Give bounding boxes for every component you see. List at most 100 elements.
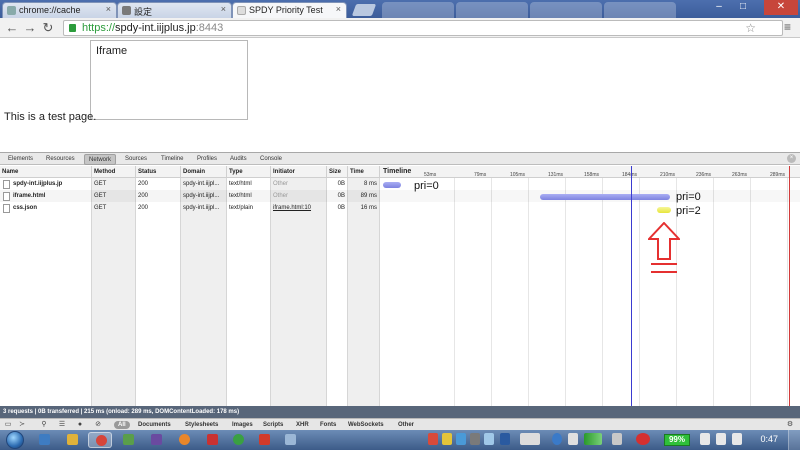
tray-icon[interactable] (636, 433, 650, 445)
taskbar-app[interactable] (32, 432, 56, 448)
devtools-tab-audits[interactable]: Audits (226, 154, 251, 165)
row-status: 200 (138, 193, 149, 199)
devtools-tab-sources[interactable]: Sources (121, 154, 151, 165)
app-icon (123, 434, 134, 445)
console-drawer-icon[interactable]: ≻ (18, 421, 26, 429)
tray-icon[interactable] (552, 433, 562, 445)
battery-indicator[interactable]: 99% (664, 434, 690, 446)
devtools-tab-network[interactable]: Network (84, 154, 117, 165)
app-icon (151, 434, 162, 445)
ime-icon[interactable] (520, 433, 540, 445)
table-row[interactable]: iframe.html GET 200 spdy-int.iijpl... te… (0, 190, 380, 202)
row-name-text: css.json (13, 205, 38, 211)
column-header-timeline: Timeline (383, 168, 412, 175)
taskbar-app[interactable] (200, 432, 224, 448)
column-header-status[interactable]: Status (136, 166, 181, 178)
show-desktop-button[interactable] (788, 430, 800, 450)
search-icon[interactable]: ⚲ (40, 421, 48, 429)
tray-icon[interactable] (456, 433, 466, 445)
bookmark-star-icon[interactable]: ☆ (745, 21, 756, 35)
taskbar-app[interactable] (60, 432, 84, 448)
taskbar-app[interactable] (226, 432, 250, 448)
maximize-icon[interactable]: □ (732, 0, 754, 15)
row-name[interactable]: spdy-int.iijplus.jp (0, 178, 92, 190)
tab-settings[interactable]: 設定 × (117, 2, 232, 18)
network-icon[interactable] (716, 433, 726, 445)
page-content: Iframe This is a test page. (0, 38, 800, 151)
column-header-time[interactable]: Time (348, 166, 380, 178)
url-scheme: https:// (82, 22, 116, 34)
forward-icon[interactable]: → (23, 21, 37, 35)
blurred-tab[interactable] (456, 2, 528, 18)
timeline-header[interactable]: Timeline 53ms 79ms 105ms 131ms 158ms 184… (380, 166, 800, 178)
table-row[interactable]: spdy-int.iijplus.jp GET 200 spdy-int.iij… (0, 178, 380, 190)
start-button[interactable] (6, 431, 24, 449)
devtools-tab-profiles[interactable]: Profiles (193, 154, 221, 165)
devtools-close-icon[interactable]: × (787, 154, 796, 163)
line-icon (233, 434, 244, 445)
close-window-icon[interactable]: ✕ (764, 0, 798, 15)
table-row[interactable]: css.json GET 200 spdy-int.iijpl... text/… (0, 202, 380, 214)
ie-icon (39, 434, 50, 445)
close-icon[interactable]: × (106, 4, 111, 14)
taskbar-app-chrome[interactable] (88, 432, 112, 448)
tray-icon[interactable] (568, 433, 578, 445)
menu-icon[interactable]: ≡ (784, 21, 796, 33)
tray-icon[interactable] (484, 433, 494, 445)
here-marker (651, 263, 677, 275)
taskbar-app[interactable] (172, 432, 196, 448)
record-icon[interactable]: ● (76, 421, 84, 429)
taskbar-app[interactable] (252, 432, 276, 448)
blurred-tab[interactable] (530, 2, 602, 18)
windows-taskbar: 99% 0:47 (0, 430, 800, 450)
close-icon[interactable]: × (336, 4, 341, 14)
tray-icon[interactable] (428, 433, 438, 445)
tab-chrome-cache[interactable]: chrome://cache × (2, 2, 117, 18)
taskbar-app[interactable] (144, 432, 168, 448)
reload-icon[interactable]: ↻ (41, 21, 55, 35)
filter-all[interactable]: All (114, 421, 130, 429)
list-view-icon[interactable]: ☰ (58, 421, 66, 429)
column-header-initiator[interactable]: Initiator (271, 166, 327, 178)
column-header-method[interactable]: Method (92, 166, 136, 178)
devtools-tab-elements[interactable]: Elements (4, 154, 37, 165)
tray-icon[interactable] (442, 433, 452, 445)
timeline-bar[interactable] (383, 182, 401, 188)
tray-icon[interactable] (470, 433, 480, 445)
volume-icon[interactable] (732, 433, 742, 445)
devtools-tab-timeline[interactable]: Timeline (157, 154, 187, 165)
tab-spdy-priority-test[interactable]: SPDY Priority Test × (232, 2, 347, 18)
timeline-bar[interactable] (540, 194, 670, 200)
column-header-size[interactable]: Size (327, 166, 348, 178)
address-bar[interactable]: https://spdy-int.iijplus.jp:8443 ☆ (63, 20, 783, 36)
clear-icon[interactable]: ⊘ (94, 421, 102, 429)
dock-icon[interactable]: ▭ (4, 421, 12, 429)
column-header-type[interactable]: Type (227, 166, 271, 178)
taskbar-app[interactable] (116, 432, 140, 448)
tab-strip: chrome://cache × 設定 × SPDY Priority Test… (0, 0, 800, 18)
minimize-icon[interactable]: – (708, 0, 730, 15)
back-icon[interactable]: ← (5, 21, 19, 35)
row-initiator: Other (273, 181, 289, 187)
signal-icon[interactable] (584, 433, 602, 445)
row-name[interactable]: css.json (0, 202, 92, 214)
devtools-tab-console[interactable]: Console (256, 154, 286, 165)
new-tab-button[interactable] (351, 4, 377, 16)
url-port: :8443 (195, 22, 224, 34)
taskbar-app[interactable] (278, 432, 302, 448)
row-name[interactable]: iframe.html (0, 190, 92, 202)
devtools-tab-resources[interactable]: Resources (42, 154, 79, 165)
blurred-tab[interactable] (382, 2, 454, 18)
lock-icon (69, 24, 76, 32)
timeline-bar[interactable] (657, 207, 671, 213)
column-header-domain[interactable]: Domain (181, 166, 227, 178)
settings-gear-icon[interactable]: ⚙ (786, 421, 794, 429)
blurred-tab[interactable] (604, 2, 676, 18)
column-header-name[interactable]: Name (0, 166, 92, 178)
tray-icon[interactable] (700, 433, 710, 445)
tray-icon[interactable] (500, 433, 510, 445)
row-initiator-link[interactable]: iframe.html:10 (271, 202, 327, 214)
tray-icon[interactable] (612, 433, 622, 445)
clock[interactable]: 0:47 (760, 434, 778, 444)
close-icon[interactable]: × (221, 4, 226, 14)
